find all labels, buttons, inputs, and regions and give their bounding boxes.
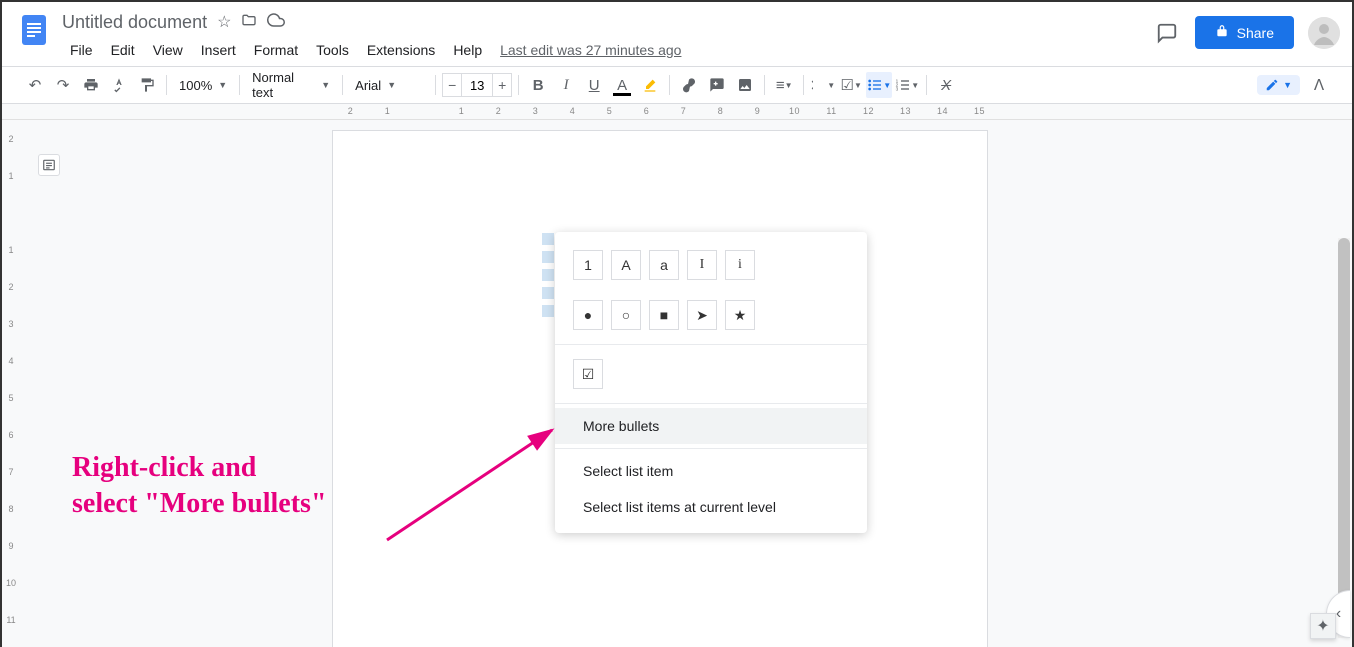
- numbered-styles-row: 1 A a I i: [555, 240, 867, 290]
- bold-button[interactable]: B: [525, 72, 551, 98]
- menu-view[interactable]: View: [145, 38, 191, 62]
- bullet-style-arrow[interactable]: ➤: [687, 300, 717, 330]
- editing-mode-button[interactable]: ▼: [1257, 75, 1300, 95]
- menu-insert[interactable]: Insert: [193, 38, 244, 62]
- annotation-text: Right-click and select "More bullets": [72, 450, 327, 523]
- share-button[interactable]: Share: [1195, 16, 1294, 49]
- font-size-increase[interactable]: +: [492, 73, 512, 97]
- numbered-list-button[interactable]: 123▼: [894, 72, 920, 98]
- paint-format-button[interactable]: [134, 72, 160, 98]
- document-outline-button[interactable]: [38, 154, 60, 176]
- account-avatar[interactable]: [1308, 17, 1340, 49]
- italic-button[interactable]: I: [553, 72, 579, 98]
- menu-format[interactable]: Format: [246, 38, 306, 62]
- cloud-status-icon[interactable]: [267, 11, 285, 34]
- star-icon[interactable]: ☆: [217, 12, 231, 32]
- more-bullets-item[interactable]: More bullets: [555, 408, 867, 444]
- underline-button[interactable]: U: [581, 72, 607, 98]
- undo-button[interactable]: ↶: [22, 72, 48, 98]
- toolbar: ↶ ↷ 100%▼ Normal text▼ Arial▼ − + B I U …: [2, 66, 1352, 104]
- menu-edit[interactable]: Edit: [103, 38, 143, 62]
- add-comment-button[interactable]: [704, 72, 730, 98]
- bullet-style-square[interactable]: ■: [649, 300, 679, 330]
- menu-help[interactable]: Help: [445, 38, 490, 62]
- bullet-style-I[interactable]: I: [687, 250, 717, 280]
- bulleted-list-button[interactable]: ▼: [866, 72, 892, 98]
- horizontal-ruler[interactable]: 21123456789101112131415: [2, 104, 1352, 120]
- select-list-item[interactable]: Select list item: [555, 453, 867, 489]
- line-spacing-button[interactable]: ▼: [810, 72, 836, 98]
- share-label: Share: [1237, 25, 1274, 41]
- bullet-context-menu: 1 A a I i ● ○ ■ ➤ ★ ☑ More bullets Selec…: [555, 232, 867, 533]
- bullet-style-1[interactable]: 1: [573, 250, 603, 280]
- last-edit-link[interactable]: Last edit was 27 minutes ago: [500, 42, 681, 58]
- print-button[interactable]: [78, 72, 104, 98]
- bullet-style-a[interactable]: a: [649, 250, 679, 280]
- menu-file[interactable]: File: [62, 38, 101, 62]
- bullet-style-circle[interactable]: ○: [611, 300, 641, 330]
- header-bar: Untitled document ☆ File Edit View Inser…: [2, 2, 1352, 66]
- move-icon[interactable]: [241, 12, 257, 33]
- bullet-style-star[interactable]: ★: [725, 300, 755, 330]
- bullet-style-checkbox[interactable]: ☑: [573, 359, 603, 389]
- explore-button[interactable]: ✦: [1310, 613, 1336, 639]
- text-color-button[interactable]: A: [609, 72, 635, 98]
- menubar: File Edit View Insert Format Tools Exten…: [62, 38, 1153, 62]
- bullet-styles-row: ● ○ ■ ➤ ★: [555, 290, 867, 340]
- font-size-input[interactable]: [462, 73, 492, 97]
- font-size-control: − +: [442, 73, 512, 97]
- zoom-dropdown[interactable]: 100%▼: [173, 78, 233, 93]
- collapse-toolbar-button[interactable]: ᐱ: [1306, 72, 1332, 98]
- clear-formatting-button[interactable]: X: [933, 72, 959, 98]
- font-size-decrease[interactable]: −: [442, 73, 462, 97]
- docs-logo[interactable]: [14, 10, 54, 50]
- menu-tools[interactable]: Tools: [308, 38, 357, 62]
- comment-history-icon[interactable]: [1153, 19, 1181, 47]
- bullet-style-A[interactable]: A: [611, 250, 641, 280]
- lock-icon: [1215, 24, 1229, 41]
- document-title[interactable]: Untitled document: [62, 12, 207, 33]
- checkbox-row: ☑: [555, 349, 867, 399]
- highlight-button[interactable]: [637, 72, 663, 98]
- font-dropdown[interactable]: Arial▼: [349, 78, 429, 93]
- svg-text:3: 3: [896, 86, 899, 91]
- checklist-button[interactable]: ☑▼: [838, 72, 864, 98]
- spellcheck-button[interactable]: [106, 72, 132, 98]
- insert-link-button[interactable]: [676, 72, 702, 98]
- insert-image-button[interactable]: [732, 72, 758, 98]
- menu-extensions[interactable]: Extensions: [359, 38, 443, 62]
- redo-button[interactable]: ↷: [50, 72, 76, 98]
- vertical-scrollbar[interactable]: [1338, 238, 1350, 638]
- bullet-style-disc[interactable]: ●: [573, 300, 603, 330]
- select-list-level[interactable]: Select list items at current level: [555, 489, 867, 525]
- vertical-ruler[interactable]: 211234567891011: [4, 120, 18, 638]
- align-button[interactable]: ≡▼: [771, 72, 797, 98]
- document-canvas: 211234567891011 1 A a I i ● ○ ■ ➤ ★ ☑ Mo…: [2, 120, 1352, 647]
- paragraph-style-dropdown[interactable]: Normal text▼: [246, 70, 336, 100]
- bullet-style-i[interactable]: i: [725, 250, 755, 280]
